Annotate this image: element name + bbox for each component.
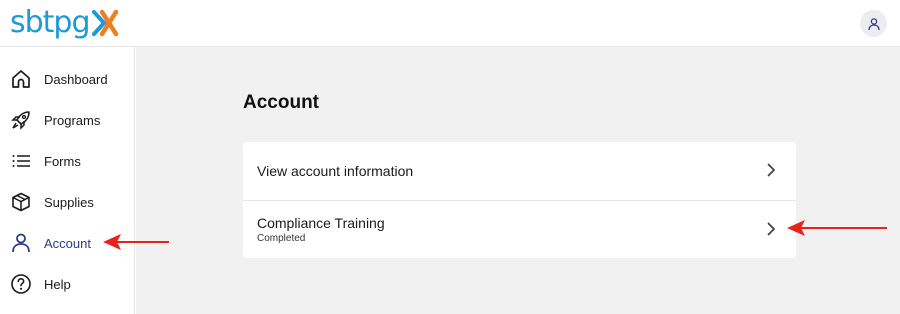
sidebar-item-label: Forms — [44, 153, 81, 169]
sidebar-item-label: Dashboard — [44, 71, 108, 87]
sidebar-item-label: Help — [44, 276, 71, 292]
page-title: Account — [243, 92, 319, 113]
chevron-right-icon — [767, 222, 775, 236]
sidebar-item-help[interactable]: Help — [0, 267, 135, 301]
user-icon — [9, 231, 33, 255]
sidebar-item-supplies[interactable]: Supplies — [0, 185, 135, 219]
sidebar-item-programs[interactable]: Programs — [0, 103, 135, 137]
chevron-right-icon — [767, 163, 775, 177]
sidebar-item-label: Programs — [44, 112, 101, 128]
home-icon — [9, 67, 33, 91]
compliance-training-row[interactable]: Compliance Training Completed — [243, 200, 796, 258]
account-options-card: View account information Compliance Trai… — [243, 142, 796, 258]
row-title: View account information — [257, 163, 414, 179]
row-title: Compliance Training — [257, 215, 385, 231]
main-content: Account View account information Complia… — [136, 47, 900, 314]
user-menu-button[interactable] — [860, 10, 887, 37]
box-icon — [9, 190, 33, 214]
rocket-icon — [9, 108, 33, 132]
sidebar: Dashboard Programs Forms Supplies Accoun… — [0, 47, 135, 314]
sidebar-item-label: Supplies — [44, 194, 94, 210]
sidebar-item-dashboard[interactable]: Dashboard — [0, 62, 135, 96]
annotation-arrow-compliance — [787, 220, 887, 236]
sidebar-item-label: Account — [44, 235, 91, 251]
annotation-arrow-account — [103, 234, 169, 250]
help-icon — [9, 272, 33, 296]
logo-x-icon — [91, 9, 118, 37]
sidebar-item-forms[interactable]: Forms — [0, 144, 135, 178]
row-status: Completed — [257, 233, 306, 244]
logo-text: sbtpg — [10, 5, 91, 40]
sbtpg-logo[interactable]: sbtpg — [10, 6, 119, 40]
top-bar: sbtpg — [0, 0, 900, 47]
view-account-information-row[interactable]: View account information — [243, 142, 796, 200]
user-icon — [867, 17, 880, 30]
list-icon — [9, 149, 33, 173]
